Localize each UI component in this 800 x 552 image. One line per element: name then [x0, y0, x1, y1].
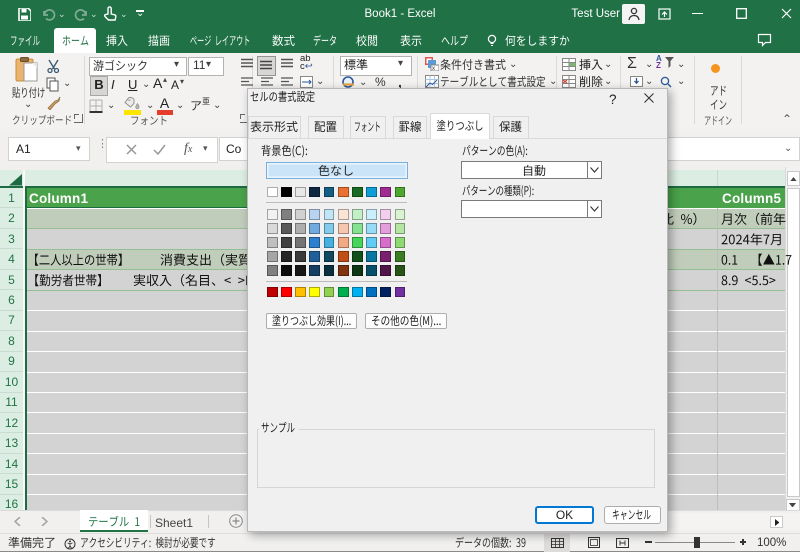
svg-text:x: x — [432, 66, 435, 71]
